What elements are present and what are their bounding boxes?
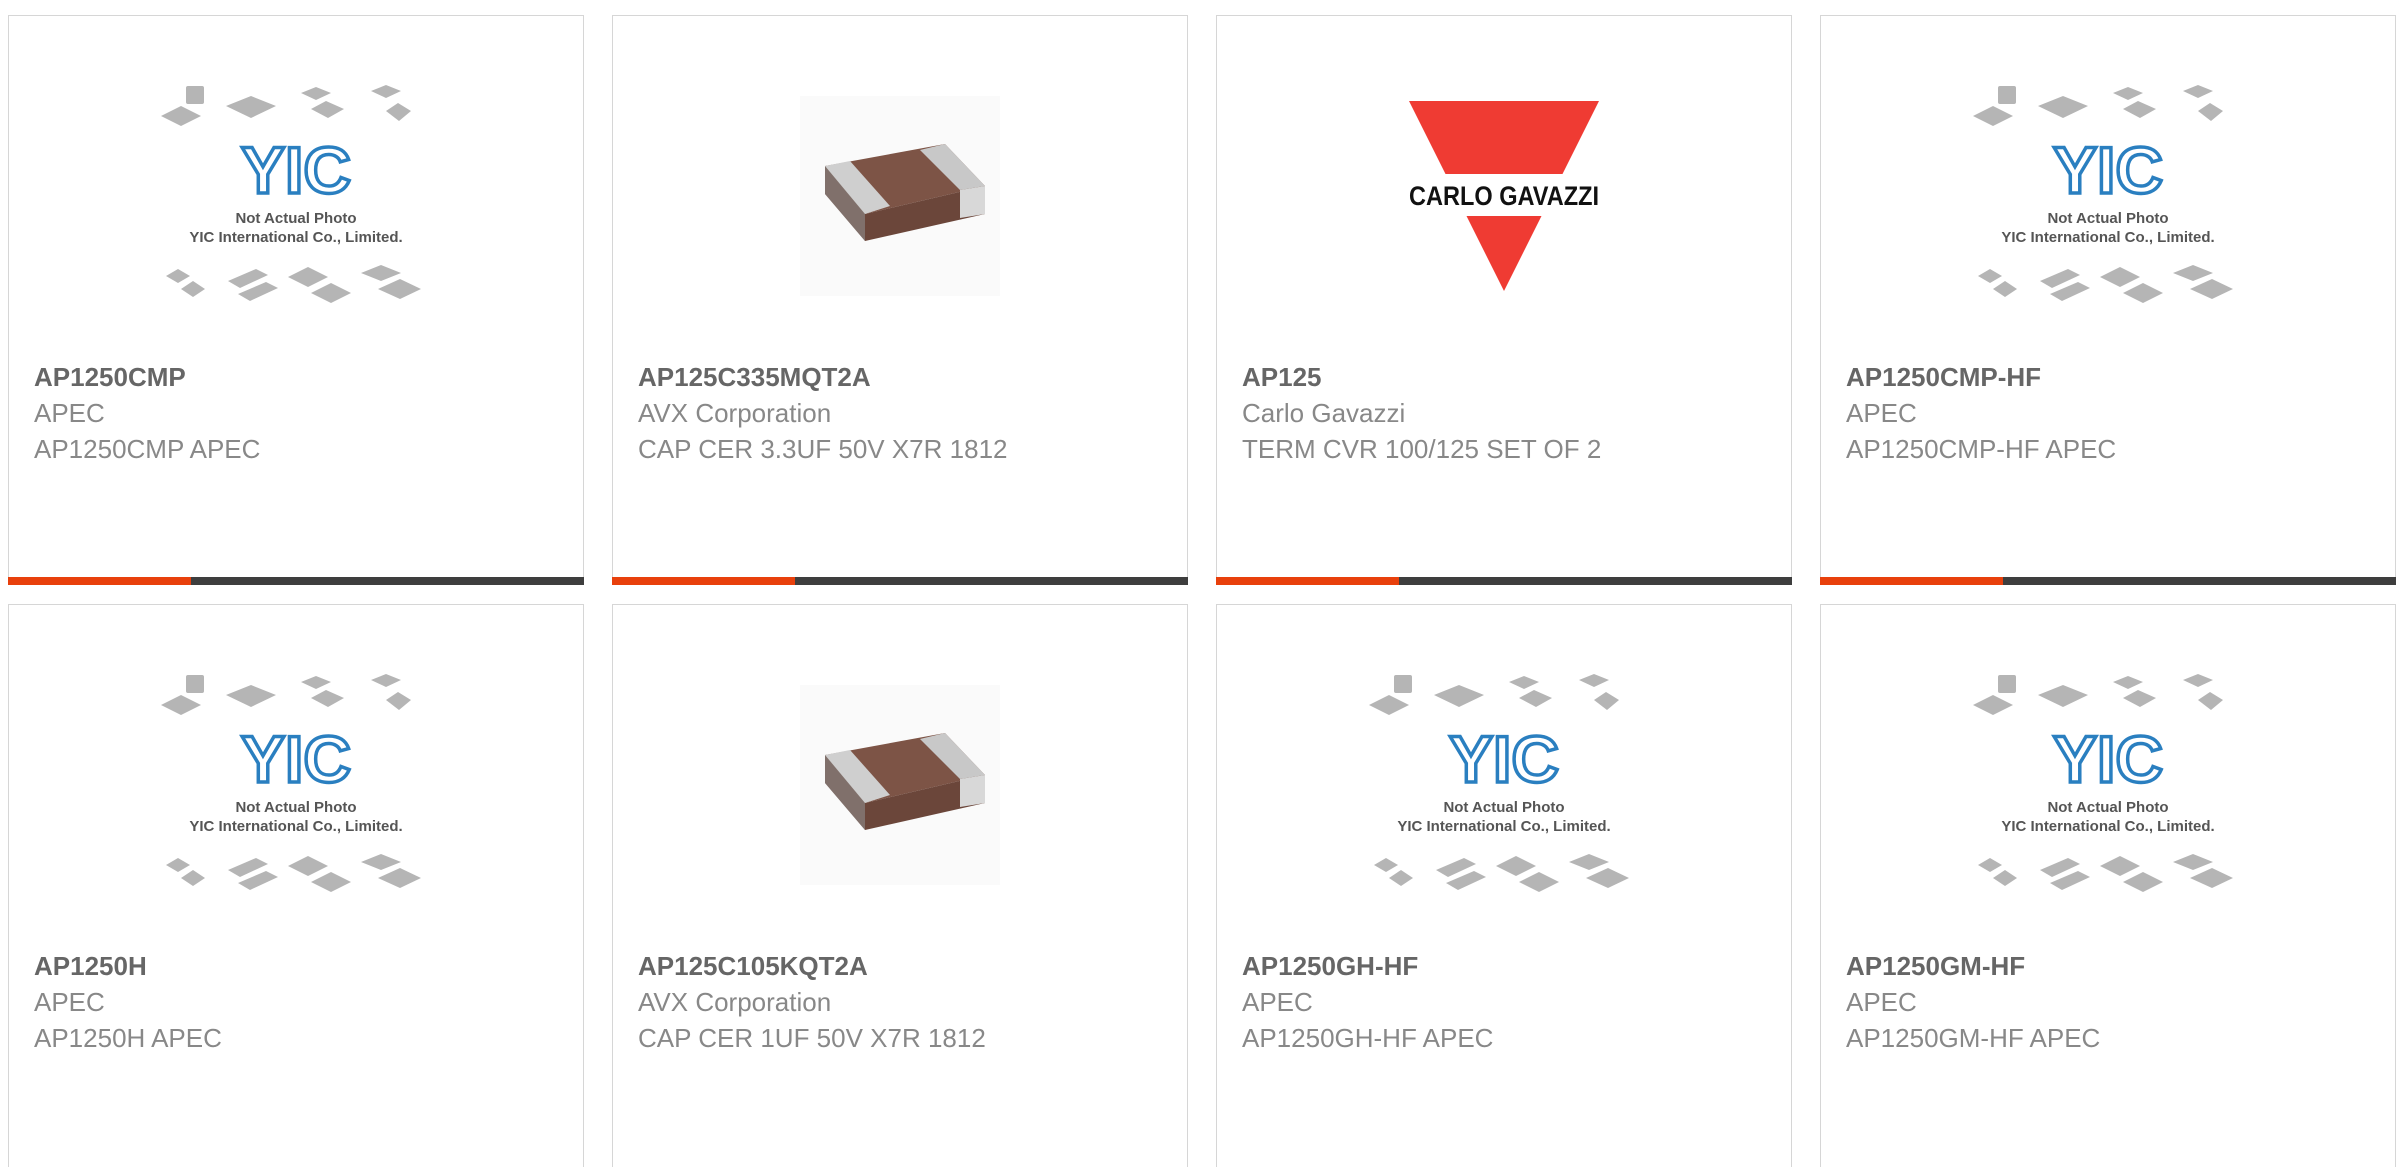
part-number[interactable]: AP1250GH-HF [1242, 948, 1771, 984]
description: CAP CER 3.3UF 50V X7R 1812 [638, 434, 1008, 464]
product-card[interactable]: CARLO GAVAZZI AP125 Carlo Gavazzi TERM C… [1216, 15, 1792, 585]
description: CAP CER 1UF 50V X7R 1812 [638, 1023, 986, 1053]
product-card[interactable]: AP1250GM-HF APEC AP1250GM-HF APEC [1820, 604, 2396, 1167]
card-accent-bar [1216, 577, 1792, 585]
product-card[interactable]: AP125C105KQT2A AVX Corporation CAP CER 1… [612, 604, 1188, 1167]
product-image[interactable] [9, 86, 583, 306]
yic-placeholder-icon [1968, 670, 2248, 900]
card-accent-bar [8, 577, 584, 585]
part-number[interactable]: AP1250GM-HF [1846, 948, 2375, 984]
product-card[interactable]: AP125C335MQT2A AVX Corporation CAP CER 3… [612, 15, 1188, 585]
part-number[interactable]: AP125C105KQT2A [638, 948, 1167, 984]
product-image[interactable] [9, 675, 583, 895]
manufacturer: APEC [1242, 987, 1313, 1017]
yic-placeholder-icon [156, 81, 436, 311]
manufacturer: APEC [34, 987, 105, 1017]
description: AP1250H APEC [34, 1023, 222, 1053]
product-grid: AP1250CMP APEC AP1250CMP APEC AP125C335M… [0, 0, 2400, 1167]
yic-placeholder-icon [156, 670, 436, 900]
ceramic-capacitor-icon [800, 96, 1000, 296]
description: AP1250CMP-HF APEC [1846, 434, 2117, 464]
description: TERM CVR 100/125 SET OF 2 [1242, 434, 1602, 464]
yic-placeholder-icon [1968, 81, 2248, 311]
manufacturer: APEC [1846, 398, 1917, 428]
manufacturer: AVX Corporation [638, 987, 832, 1017]
brand-logo-text: CARLO GAVAZZI [1409, 181, 1599, 211]
product-image[interactable] [1821, 675, 2395, 895]
description: AP1250GM-HF APEC [1846, 1023, 2101, 1053]
ceramic-capacitor-icon [800, 685, 1000, 885]
product-image[interactable] [613, 675, 1187, 895]
description: AP1250GH-HF APEC [1242, 1023, 1494, 1053]
part-number[interactable]: AP1250H [34, 948, 563, 984]
manufacturer: Carlo Gavazzi [1242, 398, 1406, 428]
product-card[interactable]: AP1250CMP-HF APEC AP1250CMP-HF APEC [1820, 15, 2396, 585]
product-image[interactable] [613, 86, 1187, 306]
product-image[interactable] [1217, 675, 1791, 895]
manufacturer: APEC [34, 398, 105, 428]
card-accent-bar [612, 577, 1188, 585]
manufacturer: AVX Corporation [638, 398, 832, 428]
product-card[interactable]: AP1250CMP APEC AP1250CMP APEC [8, 15, 584, 585]
card-accent-bar [1820, 577, 2396, 585]
manufacturer: APEC [1846, 987, 1917, 1017]
product-image[interactable] [1821, 86, 2395, 306]
part-number[interactable]: AP125 [1242, 359, 1771, 395]
product-card[interactable]: AP1250H APEC AP1250H APEC [8, 604, 584, 1167]
part-number[interactable]: AP1250CMP [34, 359, 563, 395]
product-card[interactable]: AP1250GH-HF APEC AP1250GH-HF APEC [1216, 604, 1792, 1167]
part-number[interactable]: AP1250CMP-HF [1846, 359, 2375, 395]
yic-placeholder-icon [1364, 670, 1644, 900]
product-image[interactable]: CARLO GAVAZZI [1217, 86, 1791, 306]
part-number[interactable]: AP125C335MQT2A [638, 359, 1167, 395]
description: AP1250CMP APEC [34, 434, 261, 464]
carlo-gavazzi-logo-icon: CARLO GAVAZZI [1404, 101, 1604, 291]
